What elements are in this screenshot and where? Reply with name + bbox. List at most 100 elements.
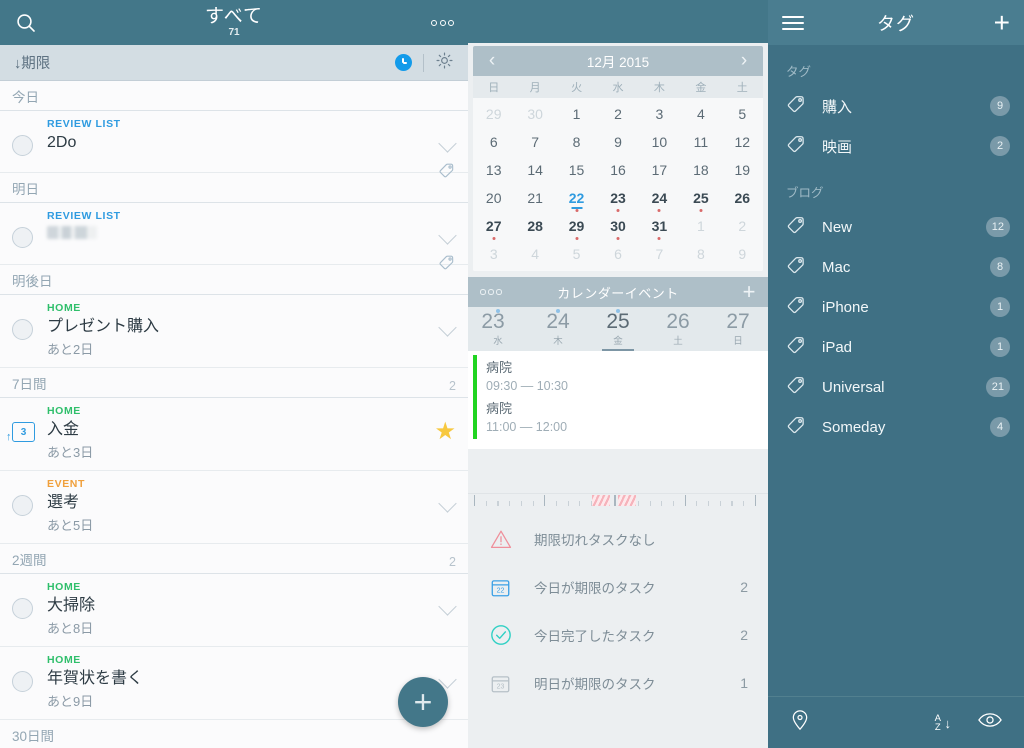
event-item[interactable]: 病院 09:30 — 10:30 [468, 357, 768, 398]
calendar-day-grid[interactable]: 29 30 1 2 3 4 5 6 7 8 9 10 11 12 13 14 15 16 17 18 19 20 21 22 2… [473, 98, 763, 271]
calendar-day-cell[interactable]: 22 [556, 184, 597, 212]
search-icon[interactable] [14, 11, 38, 35]
clock-icon[interactable] [395, 54, 412, 71]
calendar-day-cell[interactable]: 4 [514, 240, 555, 268]
task-list-scroll[interactable]: 今日 REVIEW LIST 2Do 明日 REVIEW LIST 明後日 HOME プレゼン… [0, 81, 468, 748]
sort-label[interactable]: ↓期限 [14, 52, 50, 73]
calendar-day-cell[interactable]: 31 [639, 212, 680, 240]
event-day-tab[interactable]: 25 金 [588, 307, 648, 351]
tag-icon[interactable] [438, 161, 456, 184]
task-row[interactable]: 3 ↑ HOME 入金 あと3日 ★ [0, 398, 468, 471]
tag-row[interactable]: iPad 1 [768, 327, 1024, 367]
calendar-day-cell[interactable]: 14 [514, 156, 555, 184]
brightness-icon[interactable] [435, 51, 454, 75]
task-row[interactable]: EVENT 選考 あと5日 [0, 471, 468, 544]
calendar-day-cell[interactable]: 1 [680, 212, 721, 240]
summary-row[interactable]: 今日完了したタスク 2 [468, 611, 768, 659]
calendar-day-cell[interactable]: 16 [597, 156, 638, 184]
task-checkbox[interactable] [12, 227, 33, 248]
calendar-day-cell[interactable]: 2 [597, 100, 638, 128]
event-day-number: 23 [481, 310, 505, 333]
more-options-icon[interactable] [431, 19, 454, 26]
calendar-day-cell[interactable]: 8 [556, 128, 597, 156]
calendar-day-cell[interactable]: 17 [639, 156, 680, 184]
tag-row[interactable]: Someday 4 [768, 407, 1024, 447]
summary-row[interactable]: 23 明日が期限のタスク 1 [468, 659, 768, 707]
calendar-day-cell[interactable]: 9 [722, 240, 763, 268]
calendar-day-cell[interactable]: 13 [473, 156, 514, 184]
calendar-day-cell[interactable]: 25 [680, 184, 721, 212]
calendar-day-cell[interactable]: 15 [556, 156, 597, 184]
calendar-day-cell[interactable]: 29 [556, 212, 597, 240]
calendar-day-cell[interactable]: 3 [473, 240, 514, 268]
chevron-down-icon[interactable] [438, 494, 457, 513]
task-row[interactable]: HOME 大掃除 あと8日 [0, 574, 468, 647]
calendar-day-cell[interactable]: 24 [639, 184, 680, 212]
summary-row[interactable]: 期限切れタスクなし [468, 515, 768, 563]
calendar-day-cell[interactable]: 8 [680, 240, 721, 268]
task-checkbox[interactable] [12, 319, 33, 340]
star-icon[interactable]: ★ [434, 420, 456, 444]
task-checkbox[interactable] [12, 135, 33, 156]
calendar-day-cell[interactable]: 28 [514, 212, 555, 240]
calendar-day-cell[interactable]: 6 [473, 128, 514, 156]
event-day-tab[interactable]: 27 日 [708, 307, 768, 351]
tag-row[interactable]: 購入 9 [768, 86, 1024, 126]
event-day-tab[interactable]: 26 土 [648, 307, 708, 351]
task-row[interactable]: REVIEW LIST 2Do [0, 111, 468, 178]
calendar-day-cell[interactable]: 18 [680, 156, 721, 184]
calendar-day-cell[interactable]: 3 [639, 100, 680, 128]
chevron-down-icon[interactable] [438, 134, 457, 153]
calendar-day-cell[interactable]: 29 [473, 100, 514, 128]
calendar-day-cell[interactable]: 4 [680, 100, 721, 128]
tag-row[interactable]: Universal 21 [768, 367, 1024, 407]
calendar-day-cell[interactable]: 7 [639, 240, 680, 268]
calendar-day-cell[interactable]: 12 [722, 128, 763, 156]
calendar-day-cell[interactable]: 30 [514, 100, 555, 128]
event-day-tab[interactable]: 24 木 [528, 307, 588, 351]
summary-row[interactable]: 22 今日が期限のタスク 2 [468, 563, 768, 611]
calendar-day-cell[interactable]: 26 [722, 184, 763, 212]
calendar-day-cell[interactable]: 23 [597, 184, 638, 212]
calendar-day-cell[interactable]: 27 [473, 212, 514, 240]
tag-icon[interactable] [438, 253, 456, 276]
add-task-button[interactable]: + [398, 677, 448, 727]
event-day-strip[interactable]: 23 水 24 木 25 金 26 土 27 日 [468, 307, 768, 351]
task-checkbox[interactable] [12, 495, 33, 516]
eye-icon[interactable] [978, 712, 1002, 733]
chevron-right-icon[interactable]: › [727, 46, 761, 76]
chevron-down-icon[interactable] [438, 226, 457, 245]
task-row[interactable]: HOME 年賀状を書く あと9日 [0, 647, 468, 720]
tag-row[interactable]: New 12 [768, 207, 1024, 247]
event-item[interactable]: 病院 11:00 — 12:00 [468, 398, 768, 439]
tag-row[interactable]: Mac 8 [768, 247, 1024, 287]
sort-az-icon[interactable]: AZ [935, 713, 952, 732]
hamburger-menu-icon[interactable] [782, 12, 804, 34]
calendar-day-cell[interactable]: 1 [556, 100, 597, 128]
calendar-day-cell[interactable]: 2 [722, 212, 763, 240]
calendar-day-cell[interactable]: 20 [473, 184, 514, 212]
event-day-tab[interactable]: 23 水 [468, 307, 528, 351]
calendar-day-cell[interactable]: 10 [639, 128, 680, 156]
calendar-day-cell[interactable]: 11 [680, 128, 721, 156]
calendar-day-cell[interactable]: 5 [722, 100, 763, 128]
tag-row[interactable]: iPhone 1 [768, 287, 1024, 327]
calendar-day-cell[interactable]: 6 [597, 240, 638, 268]
tag-row[interactable]: 映画 2 [768, 126, 1024, 166]
chevron-left-icon[interactable]: ‹ [475, 46, 509, 76]
task-row[interactable]: HOME プレゼント購入 あと2日 [0, 295, 468, 368]
calendar-day-cell[interactable]: 21 [514, 184, 555, 212]
calendar-day-cell[interactable]: 9 [597, 128, 638, 156]
calendar-day-cell[interactable]: 19 [722, 156, 763, 184]
repeat-task-icon[interactable]: 3 ↑ [6, 421, 35, 443]
calendar-day-cell[interactable]: 30 [597, 212, 638, 240]
location-pin-icon[interactable] [790, 709, 810, 736]
task-checkbox[interactable] [12, 671, 33, 692]
calendar-day-cell[interactable]: 5 [556, 240, 597, 268]
task-row[interactable]: REVIEW LIST [0, 203, 468, 270]
task-checkbox[interactable] [12, 598, 33, 619]
chevron-down-icon[interactable] [438, 597, 457, 616]
more-options-icon[interactable] [480, 289, 502, 295]
chevron-down-icon[interactable] [438, 318, 457, 337]
calendar-day-cell[interactable]: 7 [514, 128, 555, 156]
